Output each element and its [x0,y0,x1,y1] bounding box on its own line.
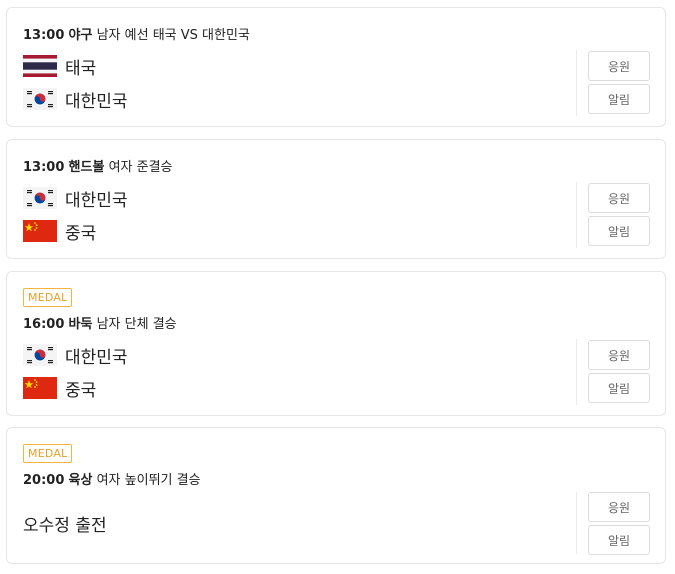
match-event: 여자 준결승 [108,160,173,175]
match-title: 16:00 바둑 남자 단체 결승 [23,313,177,332]
team-name: 중국 [65,380,97,401]
team-row: 대한민국 [23,86,128,112]
korea-flag-icon [23,187,57,209]
match-card: 13:00 야구 남자 예선 태국 VS 대한민국 태국 대한민국 응원 알림 [6,7,666,127]
team-row: 중국 [23,218,96,244]
cheer-button[interactable]: 응원 [588,492,650,522]
match-sport: 육상 [68,473,93,488]
china-flag-icon [23,377,57,399]
match-title: 20:00 육상 여자 높이뛰기 결승 [23,469,201,488]
team-row: 대한민국 [23,185,128,211]
match-time: 16:00 [23,317,65,332]
korea-flag-icon [23,344,57,366]
cheer-button[interactable]: 응원 [588,340,650,370]
medal-badge: MEDAL [23,288,73,307]
match-title: 13:00 야구 남자 예선 태국 VS 대한민국 [23,24,250,43]
divider [576,182,577,248]
alarm-button[interactable]: 알림 [588,525,650,555]
team-name: 대한민국 [65,190,128,211]
medal-badge: MEDAL [23,444,73,463]
team-name: 태국 [65,58,97,79]
match-time: 13:00 [23,160,65,175]
team-name: 대한민국 [65,347,128,368]
match-event: 남자 단체 결승 [96,317,177,332]
match-sport: 바둑 [68,317,93,332]
team-name: 대한민국 [65,91,128,112]
match-schedule-list: 13:00 야구 남자 예선 태국 VS 대한민국 태국 대한민국 응원 알림 … [0,0,675,574]
match-time: 13:00 [23,28,65,43]
divider [576,50,577,116]
alarm-button[interactable]: 알림 [588,216,650,246]
cheer-button[interactable]: 응원 [588,183,650,213]
team-row: 태국 [23,53,96,79]
alarm-button[interactable]: 알림 [588,84,650,114]
match-title: 13:00 핸드볼 여자 준결승 [23,156,173,175]
match-card: MEDAL 16:00 바둑 남자 단체 결승 대한민국 중국 응원 알림 [6,271,666,416]
match-sport: 핸드볼 [68,160,105,175]
team-row: 대한민국 [23,342,128,368]
match-event: 남자 예선 태국 VS 대한민국 [96,28,250,43]
match-card: 13:00 핸드볼 여자 준결승 대한민국 중국 응원 알림 [6,139,666,259]
alarm-button[interactable]: 알림 [588,373,650,403]
match-sport: 야구 [68,28,93,43]
match-time: 20:00 [23,473,65,488]
korea-flag-icon [23,88,57,110]
team-row: 중국 [23,375,96,401]
match-card: MEDAL 20:00 육상 여자 높이뛰기 결승 오수정 출전 응원 알림 [6,427,666,564]
participant-text: 오수정 출전 [23,516,107,536]
divider [576,339,577,405]
team-name: 중국 [65,223,97,244]
divider [576,492,577,554]
match-event: 여자 높이뛰기 결승 [96,473,201,488]
cheer-button[interactable]: 응원 [588,51,650,81]
thailand-flag-icon [23,55,57,77]
china-flag-icon [23,220,57,242]
